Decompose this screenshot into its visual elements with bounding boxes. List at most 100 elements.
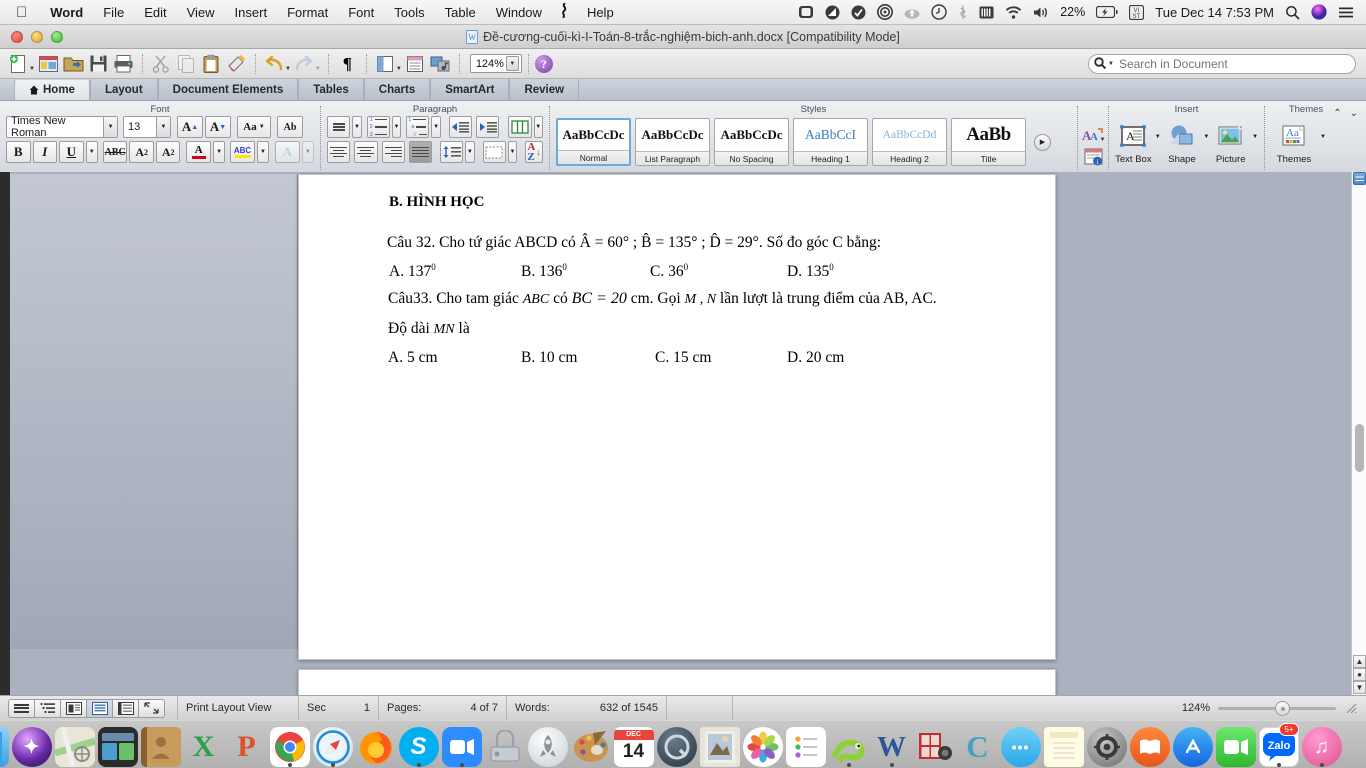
tab-layout[interactable]: Layout	[89, 79, 158, 100]
search-box[interactable]: ▼	[1088, 54, 1356, 74]
font-size-combo[interactable]: 13 ▼	[123, 116, 171, 138]
style-heading-1[interactable]: AaBbCcI Heading 1	[793, 118, 868, 166]
dock-item-reminders[interactable]	[785, 723, 826, 767]
wifi-icon[interactable]	[1005, 5, 1022, 19]
style-heading-2[interactable]: AaBbCcDd Heading 2	[872, 118, 947, 166]
ribbon-help-icon[interactable]: ⌄	[1350, 108, 1358, 119]
sort-icon[interactable]: AZ ↓	[525, 141, 544, 163]
dock-item-system-preferences[interactable]	[1086, 723, 1127, 767]
dock-item-notes[interactable]	[1043, 723, 1084, 767]
dock-item-zoom-app[interactable]	[441, 723, 482, 767]
undo-icon[interactable]	[262, 51, 287, 76]
scrollbar-thumb[interactable]	[1355, 424, 1364, 472]
style-no-spacing[interactable]: AaBbCcDc No Spacing	[714, 118, 789, 166]
spotlight-search-icon[interactable]	[1285, 5, 1300, 20]
themes-dropdown-icon[interactable]: ▼	[1320, 134, 1326, 140]
dock-item-skype[interactable]: S	[398, 723, 439, 767]
numbering-icon[interactable]: 123	[366, 116, 390, 138]
font-size-dropdown-icon[interactable]: ▼	[156, 117, 170, 137]
vertical-scrollbar[interactable]: ▲ ● ▼	[1351, 172, 1366, 695]
dock-item-finder[interactable]	[0, 723, 9, 767]
bullets-dropdown-icon[interactable]: ▼	[352, 116, 362, 138]
borders-icon[interactable]	[508, 116, 532, 138]
droplet-icon[interactable]	[825, 5, 840, 20]
change-case-icon[interactable]: Aa ▼	[237, 116, 271, 138]
window-title-bar[interactable]: W Đề-cương-cuối-kì-I-Toán-8-trắc-nghiệm-…	[0, 25, 1366, 49]
justify-icon[interactable]	[408, 141, 432, 163]
borders-dropdown-icon[interactable]: ▼	[533, 116, 543, 138]
tab-review[interactable]: Review	[509, 79, 580, 100]
manage-styles-icon[interactable]: A A ▼	[1082, 127, 1104, 143]
sidebar-icon[interactable]	[373, 51, 398, 76]
decrease-indent-icon[interactable]	[448, 116, 473, 138]
dock-item-itunes[interactable]: ♫	[1301, 723, 1342, 767]
time-machine-icon[interactable]	[931, 4, 947, 20]
multilevel-list-icon[interactable]: 1ai	[406, 116, 430, 138]
dock-item-gecko[interactable]	[829, 723, 869, 767]
italic-icon[interactable]: I	[32, 141, 58, 163]
dock-item-excel[interactable]: X	[184, 723, 224, 767]
style-normal[interactable]: AaBbCcDc Normal	[556, 118, 631, 166]
previous-page-icon[interactable]: ▲	[1353, 655, 1366, 668]
dock-item-photos[interactable]	[742, 723, 783, 767]
publishing-layout-icon[interactable]	[60, 698, 87, 718]
format-painter-icon[interactable]	[224, 51, 249, 76]
numbering-dropdown-icon[interactable]: ▼	[391, 116, 402, 138]
menu-item-insert[interactable]: Insert	[225, 5, 278, 20]
notification-center-icon[interactable]	[1338, 6, 1354, 19]
new-document-icon[interactable]	[6, 51, 31, 76]
dock-item-ibooks[interactable]	[1129, 723, 1170, 767]
font-name-combo[interactable]: Times New Roman ▼	[6, 115, 118, 139]
status-zoom-control[interactable]: 124%	[1182, 700, 1366, 716]
window-resize-grip[interactable]	[1344, 701, 1358, 715]
siri-icon[interactable]	[1311, 4, 1327, 20]
themes-button[interactable]: Aa Themes	[1271, 118, 1317, 165]
underline-icon[interactable]: U	[59, 141, 84, 163]
open-icon[interactable]	[61, 51, 86, 76]
text-box-dropdown-icon[interactable]: ▼	[1155, 134, 1161, 140]
shrink-font-icon[interactable]: A ▼	[205, 116, 231, 138]
document-page-1[interactable]: B. HÌNH HỌC Câu 32. Cho tứ giác ABCD có …	[298, 174, 1056, 660]
zoom-slider[interactable]	[1218, 700, 1336, 716]
script-menu-icon[interactable]	[552, 2, 577, 21]
insert-picture-button[interactable]: Picture	[1212, 118, 1249, 165]
menu-item-table[interactable]: Table	[435, 5, 486, 20]
highlight-dropdown-icon[interactable]: ▼	[256, 141, 270, 163]
tab-home[interactable]: Home	[14, 79, 90, 100]
show-formatting-marks-icon[interactable]: ¶	[335, 51, 360, 76]
screen-icon[interactable]	[798, 5, 814, 19]
tab-tables[interactable]: Tables	[298, 79, 364, 100]
dock-item-zalo[interactable]: Zalo 5+	[1258, 723, 1299, 767]
document-canvas[interactable]: B. HÌNH HỌC Câu 32. Cho tứ giác ABCD có …	[0, 172, 1366, 695]
target-icon[interactable]	[877, 4, 894, 20]
text-effects-dropdown-icon[interactable]: ▼	[301, 141, 314, 163]
menubar-clock[interactable]: Tue Dec 14 7:53 PM	[1155, 5, 1274, 20]
toolbar-zoom-control[interactable]: 124% ▼	[469, 54, 522, 73]
bluetooth-icon[interactable]	[958, 4, 968, 20]
dock-item-siri[interactable]: ✦	[11, 723, 52, 767]
notebook-layout-view-icon[interactable]	[112, 698, 139, 718]
highlight-icon[interactable]: ABC	[230, 141, 255, 163]
tab-document-elements[interactable]: Document Elements	[157, 79, 299, 100]
dock-item-colorsync[interactable]: C	[958, 723, 998, 767]
tab-smartart[interactable]: SmartArt	[430, 79, 510, 100]
dock-item-app-store[interactable]	[1172, 723, 1213, 767]
dock-item-safari[interactable]	[312, 723, 353, 767]
select-browse-object-icon[interactable]: ●	[1353, 668, 1366, 681]
full-screen-icon[interactable]	[138, 698, 165, 718]
menu-item-edit[interactable]: Edit	[134, 5, 176, 20]
menu-item-tools[interactable]: Tools	[384, 5, 434, 20]
dock-item-calendar[interactable]: DEC 14	[613, 723, 654, 767]
outline-view-icon[interactable]	[34, 698, 61, 718]
shape-dropdown-icon[interactable]: ▼	[1203, 134, 1209, 140]
menu-item-format[interactable]: Format	[277, 5, 338, 20]
redo-icon[interactable]	[292, 51, 317, 76]
grow-font-icon[interactable]: A ▲	[177, 116, 203, 138]
dock-item-mail-stamp[interactable]	[699, 723, 740, 767]
dock-item-backup[interactable]	[485, 723, 525, 767]
dock-item-mission-control[interactable]	[97, 723, 138, 767]
multilevel-list-dropdown-icon[interactable]: ▼	[431, 116, 441, 138]
align-center-icon[interactable]	[354, 141, 378, 163]
menu-item-font[interactable]: Font	[338, 5, 384, 20]
font-name-dropdown-icon[interactable]: ▼	[103, 117, 117, 137]
